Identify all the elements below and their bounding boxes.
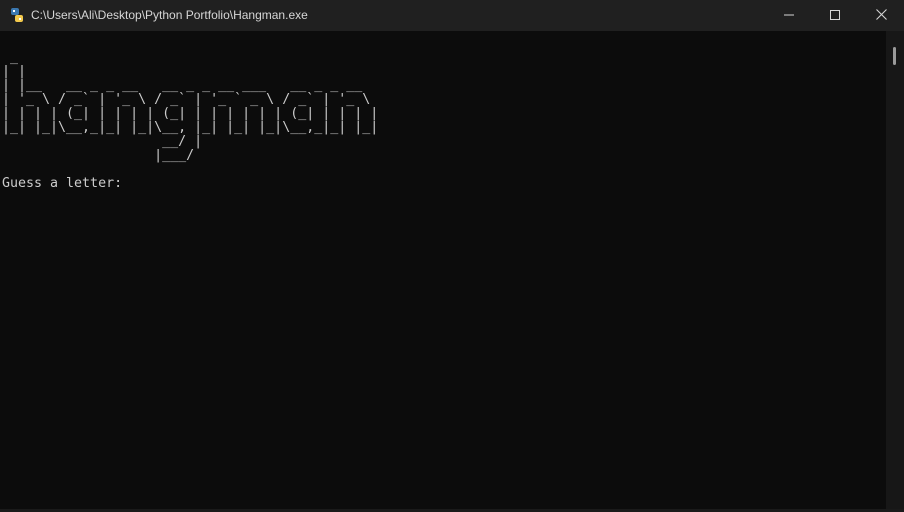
minimize-button[interactable] [766, 0, 812, 31]
title-bar[interactable]: C:\Users\Ali\Desktop\Python Portfolio\Ha… [0, 0, 904, 31]
hangman-ascii-banner: _ | | | |__ __ _ _ __ __ _ _ __ ___ __ _… [2, 50, 379, 163]
close-icon [875, 7, 887, 25]
console-window: C:\Users\Ali\Desktop\Python Portfolio\Ha… [0, 0, 904, 512]
close-button[interactable] [858, 0, 904, 31]
window-title: C:\Users\Ali\Desktop\Python Portfolio\Ha… [31, 8, 308, 22]
scrollbar-thumb[interactable] [893, 47, 896, 65]
console-output[interactable]: _ | | | |__ __ _ _ __ __ _ _ __ ___ __ _… [0, 31, 886, 512]
maximize-button[interactable] [812, 0, 858, 31]
guess-prompt: Guess a letter: [2, 176, 123, 191]
minimize-icon [784, 7, 794, 25]
vertical-scrollbar[interactable] [886, 31, 904, 512]
maximize-icon [830, 7, 840, 25]
python-icon [9, 7, 25, 23]
